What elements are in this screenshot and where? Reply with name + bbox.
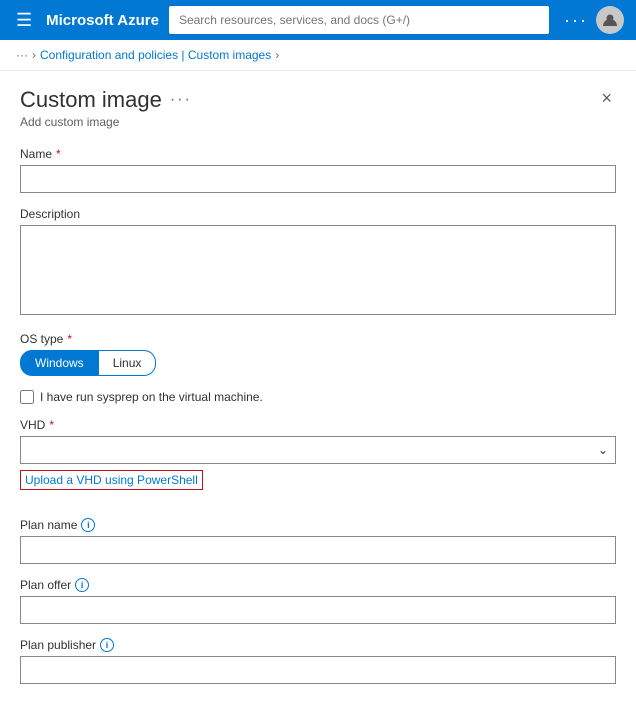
page-title: Custom image	[20, 87, 162, 113]
plan-offer-info-icon[interactable]: i	[75, 578, 89, 592]
os-type-required-star: *	[67, 332, 72, 346]
plan-publisher-field-group: Plan publisher i	[20, 638, 616, 684]
main-content: Custom image ··· × Add custom image Name…	[0, 71, 636, 718]
brand-logo: Microsoft Azure	[46, 12, 159, 29]
breadcrumb-parent[interactable]: Configuration and policies | Custom imag…	[40, 48, 271, 62]
description-input[interactable]	[20, 225, 616, 315]
vhd-required-star: *	[49, 418, 54, 432]
plan-publisher-info-icon[interactable]: i	[100, 638, 114, 652]
plan-offer-label: Plan offer	[20, 578, 71, 592]
os-type-label: OS type	[20, 332, 63, 346]
sysprep-checkbox-row: I have run sysprep on the virtual machin…	[20, 390, 616, 404]
hamburger-icon[interactable]: ☰	[12, 6, 36, 35]
plan-offer-input[interactable]	[20, 596, 616, 624]
vhd-field-group: VHD * ⌄ Upload a VHD using PowerShell	[20, 418, 616, 504]
navbar-actions: ···	[564, 6, 624, 34]
breadcrumb: ··· › Configuration and policies | Custo…	[0, 40, 636, 71]
name-required-star: *	[56, 147, 61, 161]
os-type-toggle: Windows Linux	[20, 350, 616, 376]
description-label: Description	[20, 207, 80, 221]
breadcrumb-sep1: ›	[32, 48, 36, 62]
breadcrumb-dots[interactable]: ···	[16, 48, 28, 62]
name-label: Name	[20, 147, 52, 161]
plan-publisher-label: Plan publisher	[20, 638, 96, 652]
close-button[interactable]: ×	[597, 87, 616, 109]
page-header: Custom image ··· ×	[20, 87, 616, 113]
vhd-select[interactable]	[20, 436, 616, 464]
sysprep-checkbox[interactable]	[20, 390, 34, 404]
plan-offer-field-group: Plan offer i	[20, 578, 616, 624]
global-search-input[interactable]	[169, 6, 549, 34]
sysprep-label[interactable]: I have run sysprep on the virtual machin…	[40, 390, 263, 404]
plan-name-label: Plan name	[20, 518, 77, 532]
plan-name-input[interactable]	[20, 536, 616, 564]
avatar[interactable]	[596, 6, 624, 34]
vhd-select-wrapper: ⌄	[20, 436, 616, 464]
upload-vhd-powershell-link[interactable]: Upload a VHD using PowerShell	[20, 470, 203, 490]
os-windows-button[interactable]: Windows	[20, 350, 99, 376]
page-title-more-icon[interactable]: ···	[170, 91, 192, 109]
plan-publisher-input[interactable]	[20, 656, 616, 684]
navbar: ☰ Microsoft Azure ···	[0, 0, 636, 40]
plan-name-info-icon[interactable]: i	[81, 518, 95, 532]
os-linux-button[interactable]: Linux	[99, 350, 157, 376]
description-field-group: Description	[20, 207, 616, 318]
page-subtitle: Add custom image	[20, 115, 616, 129]
breadcrumb-sep2: ›	[275, 48, 279, 62]
vhd-label: VHD	[20, 418, 45, 432]
os-type-field-group: OS type * Windows Linux	[20, 332, 616, 376]
navbar-more-icon[interactable]: ···	[564, 10, 588, 31]
name-input[interactable]	[20, 165, 616, 193]
plan-name-field-group: Plan name i	[20, 518, 616, 564]
name-field-group: Name *	[20, 147, 616, 193]
